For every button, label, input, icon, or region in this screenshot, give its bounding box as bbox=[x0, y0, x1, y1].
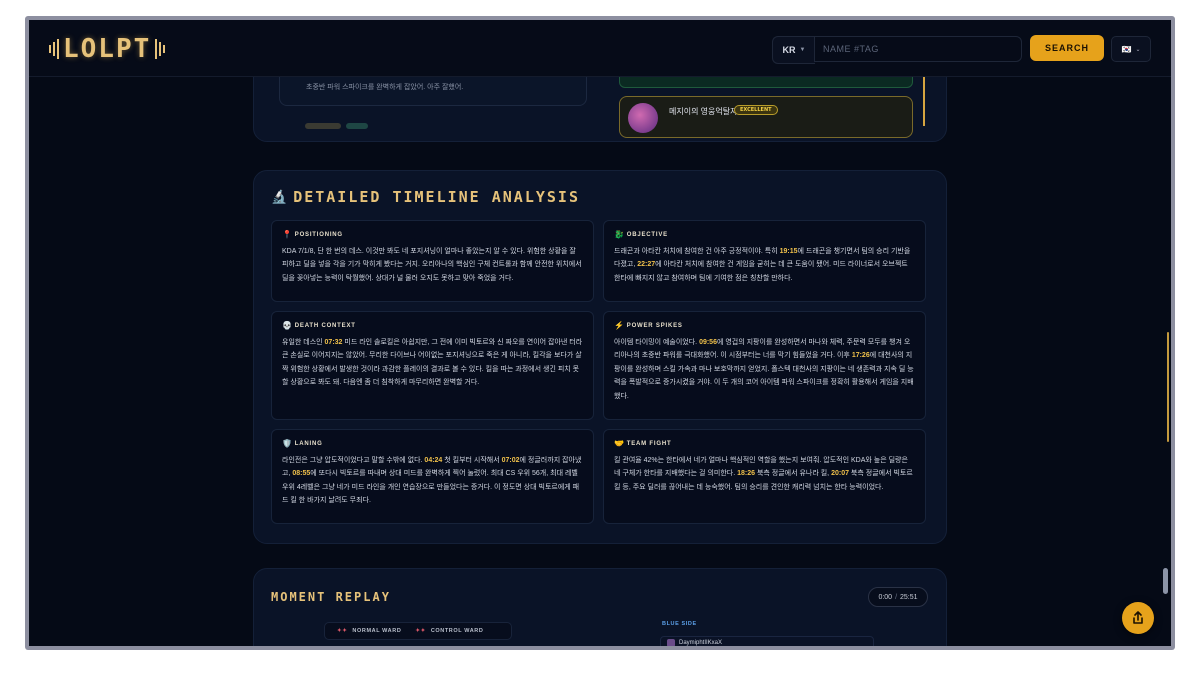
category-icon: 🤝 bbox=[614, 439, 625, 448]
analysis-cell-positioning: 📍 POSITIONING KDA 7/1/8, 단 한 번의 데스. 이것만 봐도… bbox=[271, 220, 594, 302]
app-viewport: 초중반 파워 스파이크를 완벽하게 잡았어. 아주 잘했어. 메지이의 영웅억탈… bbox=[29, 20, 1171, 646]
cell-heading: 🛡️ LANING bbox=[282, 439, 583, 448]
player-row[interactable]: DaymiphtIIKxaX bbox=[660, 636, 874, 646]
language-select[interactable]: 🇰🇷 ⌄ bbox=[1111, 36, 1151, 62]
search-button[interactable]: SEARCH bbox=[1030, 35, 1104, 61]
player-name: DaymiphtIIKxaX bbox=[679, 640, 723, 646]
champion-avatar bbox=[628, 103, 658, 133]
time-separator: / bbox=[895, 593, 898, 601]
category-icon: ⚡ bbox=[614, 321, 625, 330]
barbell-icon bbox=[155, 39, 166, 59]
timestamp: 07:02 bbox=[501, 457, 520, 464]
share-icon bbox=[1133, 611, 1143, 624]
champion-icon bbox=[667, 639, 675, 646]
body-text: 라인전은 그냥 압도적이었다고 말할 수밖에 없다. bbox=[282, 457, 425, 464]
body-text: 에 아타칸 처치에 참여한 건 게임을 굳히는 데 큰 도움이 됐어. 미드 라… bbox=[614, 261, 908, 282]
body-text: 에 또다시 빅토르를 따내며 상대 미드를 완벽하게 찍어 눌렀어. 최대 CS… bbox=[282, 470, 580, 505]
achievement-title: 메지이의 영웅억탈자 bbox=[669, 107, 738, 116]
cell-body: 아이템 타이밍이 예술이었다. 09:56에 영겁의 지팡이를 완성하면서 마나… bbox=[614, 336, 915, 403]
body-text: 에 대천사의 지팡이를 완성하며 스킬 가속과 마나 보호막까지 얻었지. 폴스… bbox=[614, 352, 914, 400]
achievement-card bbox=[619, 96, 913, 138]
replay-time: 0:00 / 25:51 bbox=[868, 587, 928, 607]
category-icon: 🛡️ bbox=[282, 439, 293, 448]
ward-icon: ✦✦ bbox=[415, 628, 426, 634]
cell-heading: 🐉 OBJECTIVE bbox=[614, 230, 915, 239]
timestamp: 07:32 bbox=[324, 339, 343, 346]
cell-heading: 📍 POSITIONING bbox=[282, 230, 583, 239]
normal-ward-legend: ✦✦ NORMAL WARD bbox=[337, 628, 402, 634]
ward-legend: ✦✦ NORMAL WARD ✦✦ CONTROL WARD bbox=[324, 622, 512, 640]
category-icon: 🐉 bbox=[614, 230, 625, 239]
cell-heading-label: LANING bbox=[294, 440, 323, 447]
scrollbar-handle[interactable] bbox=[1163, 568, 1168, 594]
cell-heading-label: OBJECTIVE bbox=[626, 231, 668, 238]
timestamp: 09:56 bbox=[699, 339, 717, 346]
region-label: KR bbox=[782, 45, 796, 55]
cell-heading: 🤝 TEAM FIGHT bbox=[614, 439, 915, 448]
body-text: 미드 라인 솔로킬은 아쉽지만, 그 전에 이미 빅토르와 신 짜오를 연이어 … bbox=[282, 339, 583, 387]
flag-icon: 🇰🇷 bbox=[1121, 44, 1132, 54]
cell-body: 킬 관여율 42%는 한타에서 네가 얼마나 핵심적인 역할을 했는지 보여줘.… bbox=[614, 454, 915, 494]
quote-text: 초중반 파워 스파이크를 완벽하게 잡았어. 아주 잘했어. bbox=[306, 84, 464, 91]
timestamp: 08:55 bbox=[292, 470, 311, 478]
body-text: 유일한 데스인 bbox=[282, 339, 325, 346]
body-text: 북측 정글에서 유나라 킬, bbox=[755, 470, 832, 478]
timestamp: 17:26 bbox=[851, 352, 870, 360]
timestamp: 19:15 bbox=[779, 248, 798, 255]
barbell-icon bbox=[49, 39, 59, 59]
timeline-marker bbox=[923, 74, 925, 126]
logo[interactable]: LOLPT bbox=[49, 34, 166, 64]
body-text: KDA 7/1/8, 단 한 번의 데스. 이것만 봐도 네 포지셔닝이 얼마나… bbox=[282, 248, 582, 282]
timestamp: 22:27 bbox=[637, 261, 656, 269]
tag-chip bbox=[346, 123, 368, 129]
microscope-icon: 🔬 bbox=[271, 189, 290, 205]
ward-icon: ✦✦ bbox=[337, 628, 348, 634]
share-button[interactable] bbox=[1122, 602, 1154, 634]
chevron-down-icon: ▼ bbox=[799, 47, 806, 53]
analysis-cell-team-fight: 🤝 TEAM FIGHT 킬 관여율 42%는 한타에서 네가 얼마나 핵심적인 역… bbox=[603, 429, 926, 524]
cell-body: 유일한 데스인 07:32 미드 라인 솔로킬은 아쉽지만, 그 전에 이미 빅… bbox=[282, 336, 583, 390]
browser-frame: 초중반 파워 스파이크를 완벽하게 잡았어. 아주 잘했어. 메지이의 영웅억탈… bbox=[25, 16, 1175, 650]
control-ward-legend: ✦✦ CONTROL WARD bbox=[415, 628, 484, 634]
cell-heading: ⚡ POWER SPIKES bbox=[614, 321, 915, 330]
body-text: 첫 킬부터 시작해서 bbox=[442, 457, 502, 464]
analysis-cell-laning: 🛡️ LANING 라인전은 그냥 압도적이었다고 말할 수밖에 없다. 04:24… bbox=[271, 429, 594, 524]
body-text: 드래곤과 아타칸 처치에 참여한 건 아주 긍정적이야. 특히 bbox=[614, 248, 780, 255]
timestamp: 20:07 bbox=[831, 470, 849, 478]
cell-heading-label: POSITIONING bbox=[294, 231, 343, 238]
analysis-cell-objective: 🐉 OBJECTIVE 드래곤과 아타칸 처치에 참여한 건 아주 긍정적이야. 특… bbox=[603, 220, 926, 302]
category-icon: 💀 bbox=[282, 321, 293, 330]
section-title: 🔬 DETAILED TIMELINE ANALYSIS bbox=[271, 188, 580, 206]
region-select[interactable]: KR ▼ bbox=[772, 36, 815, 64]
time-total: 25:51 bbox=[900, 593, 918, 601]
replay-title: MOMENT REPLAY bbox=[271, 590, 391, 604]
analysis-cell-death-context: 💀 DEATH CONTEXT 유일한 데스인 07:32 미드 라인 솔로킬은 아… bbox=[271, 311, 594, 420]
tag-chip bbox=[305, 123, 341, 129]
cell-body: 라인전은 그냥 압도적이었다고 말할 수밖에 없다. 04:24 첫 킬부터 시… bbox=[282, 454, 583, 508]
chevron-down-icon: ⌄ bbox=[1135, 45, 1141, 53]
section-title-text: DETAILED TIMELINE ANALYSIS bbox=[293, 188, 580, 206]
cell-heading-label: POWER SPIKES bbox=[626, 322, 683, 329]
logo-text: LOLPT bbox=[63, 34, 152, 64]
cell-body: 드래곤과 아타칸 처치에 참여한 건 아주 긍정적이야. 특히 19:15에 드… bbox=[614, 245, 915, 285]
excellent-badge: EXCELLENT bbox=[734, 105, 778, 115]
timestamp: 18:26 bbox=[737, 470, 755, 478]
scrollbar-thumb[interactable] bbox=[1167, 332, 1169, 442]
analysis-cell-power-spikes: ⚡ POWER SPIKES 아이템 타이밍이 예술이었다. 09:56에 영겁의 … bbox=[603, 311, 926, 420]
cell-heading: 💀 DEATH CONTEXT bbox=[282, 321, 583, 330]
category-icon: 📍 bbox=[282, 230, 293, 239]
timestamp: 04:24 bbox=[424, 457, 443, 464]
time-current: 0:00 bbox=[878, 593, 893, 601]
blue-side-label: BLUE SIDE bbox=[662, 621, 697, 627]
cell-heading-label: DEATH CONTEXT bbox=[294, 322, 356, 329]
cell-heading-label: TEAM FIGHT bbox=[626, 440, 672, 447]
cell-body: KDA 7/1/8, 단 한 번의 데스. 이것만 봐도 네 포지셔닝이 얼마나… bbox=[282, 245, 583, 285]
summoner-search-input[interactable] bbox=[814, 36, 1022, 62]
top-header: LOLPT KR ▼ SEARCH 🇰🇷 ⌄ bbox=[29, 20, 1171, 77]
body-text: 아이템 타이밍이 예술이었다. bbox=[614, 339, 700, 346]
